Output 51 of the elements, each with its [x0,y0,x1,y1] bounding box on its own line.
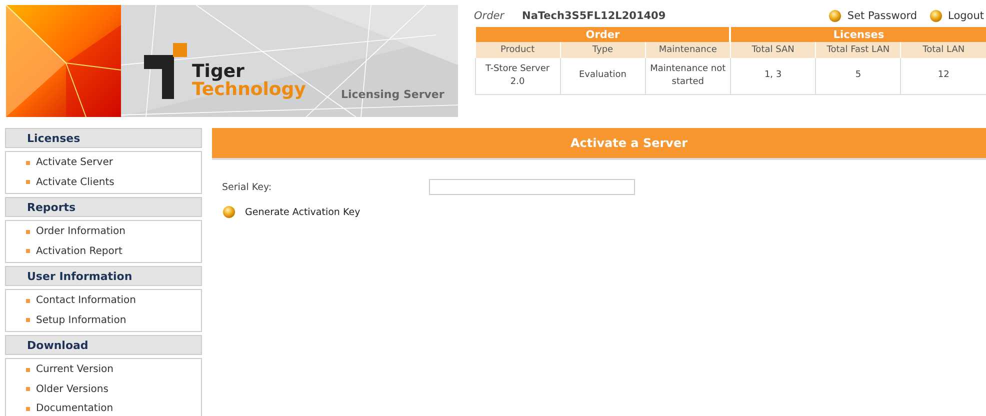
account-link[interactable]: Logout [929,9,984,23]
logo-text: Tiger [192,63,244,81]
bullet-icon [26,406,30,411]
table-cell: 1, 3 [730,58,816,94]
logo-icon [144,43,188,99]
sidebar-item[interactable]: Current Version [36,364,114,376]
bullet-icon [26,298,30,303]
sidebar-section-title: User Information [5,266,202,286]
order-label: Order [474,10,504,22]
sidebar-section-title: Reports [5,197,202,217]
group-header: Licenses [730,27,986,42]
bullet-icon [26,230,30,234]
field-label: Serial Key: [222,182,273,192]
sidebar-item[interactable]: Activate Clients [36,176,114,188]
bullet-icon [26,249,30,254]
bullet-icon [222,205,236,219]
sidebar-item[interactable]: Activate Server [36,157,113,168]
column-header: Product [475,42,560,58]
account-link[interactable]: Set Password [828,9,918,23]
sidebar-item[interactable]: Setup Information [36,314,126,326]
sidebar-section-title: Licenses [5,128,202,148]
column-header: Total LAN [900,42,986,58]
bullet-icon [26,368,30,372]
table-cell: 5 [816,58,901,94]
sidebar-item[interactable]: Order Information [36,226,126,238]
bullet-icon [929,9,944,23]
sidebar-item[interactable]: Older Versions [36,384,108,395]
logo-text: Technology [192,81,306,99]
sidebar-section-title: Download [5,335,202,355]
group-header: Order [475,27,730,42]
table-cell: Maintenance not started [645,58,730,94]
generate-link[interactable]: Generate Activation Key [245,206,360,218]
page-title: Activate a Server [212,128,986,160]
order-number: NaTech3S5FL12L201409 [522,10,666,22]
bullet-icon [26,387,30,392]
column-header: Total Fast LAN [816,42,901,58]
serial-key-field[interactable] [429,179,635,195]
bullet-icon [26,318,30,322]
sidebar-item[interactable]: Activation Report [36,246,122,257]
sidebar-item[interactable]: Documentation [36,403,114,414]
column-header: Type [560,42,646,58]
bullet-icon [26,180,30,184]
column-header: Maintenance [645,42,730,58]
banner-subtitle: Licensing Server [341,88,444,101]
table-cell: Evaluation [560,58,646,94]
sidebar-item[interactable]: Contact Information [36,295,136,306]
bullet-icon [26,160,30,165]
table-cell: 12 [900,58,986,94]
table-cell: T-Store Server 2.0 [475,58,560,94]
column-header: Total SAN [730,42,816,58]
bullet-icon [828,9,842,23]
